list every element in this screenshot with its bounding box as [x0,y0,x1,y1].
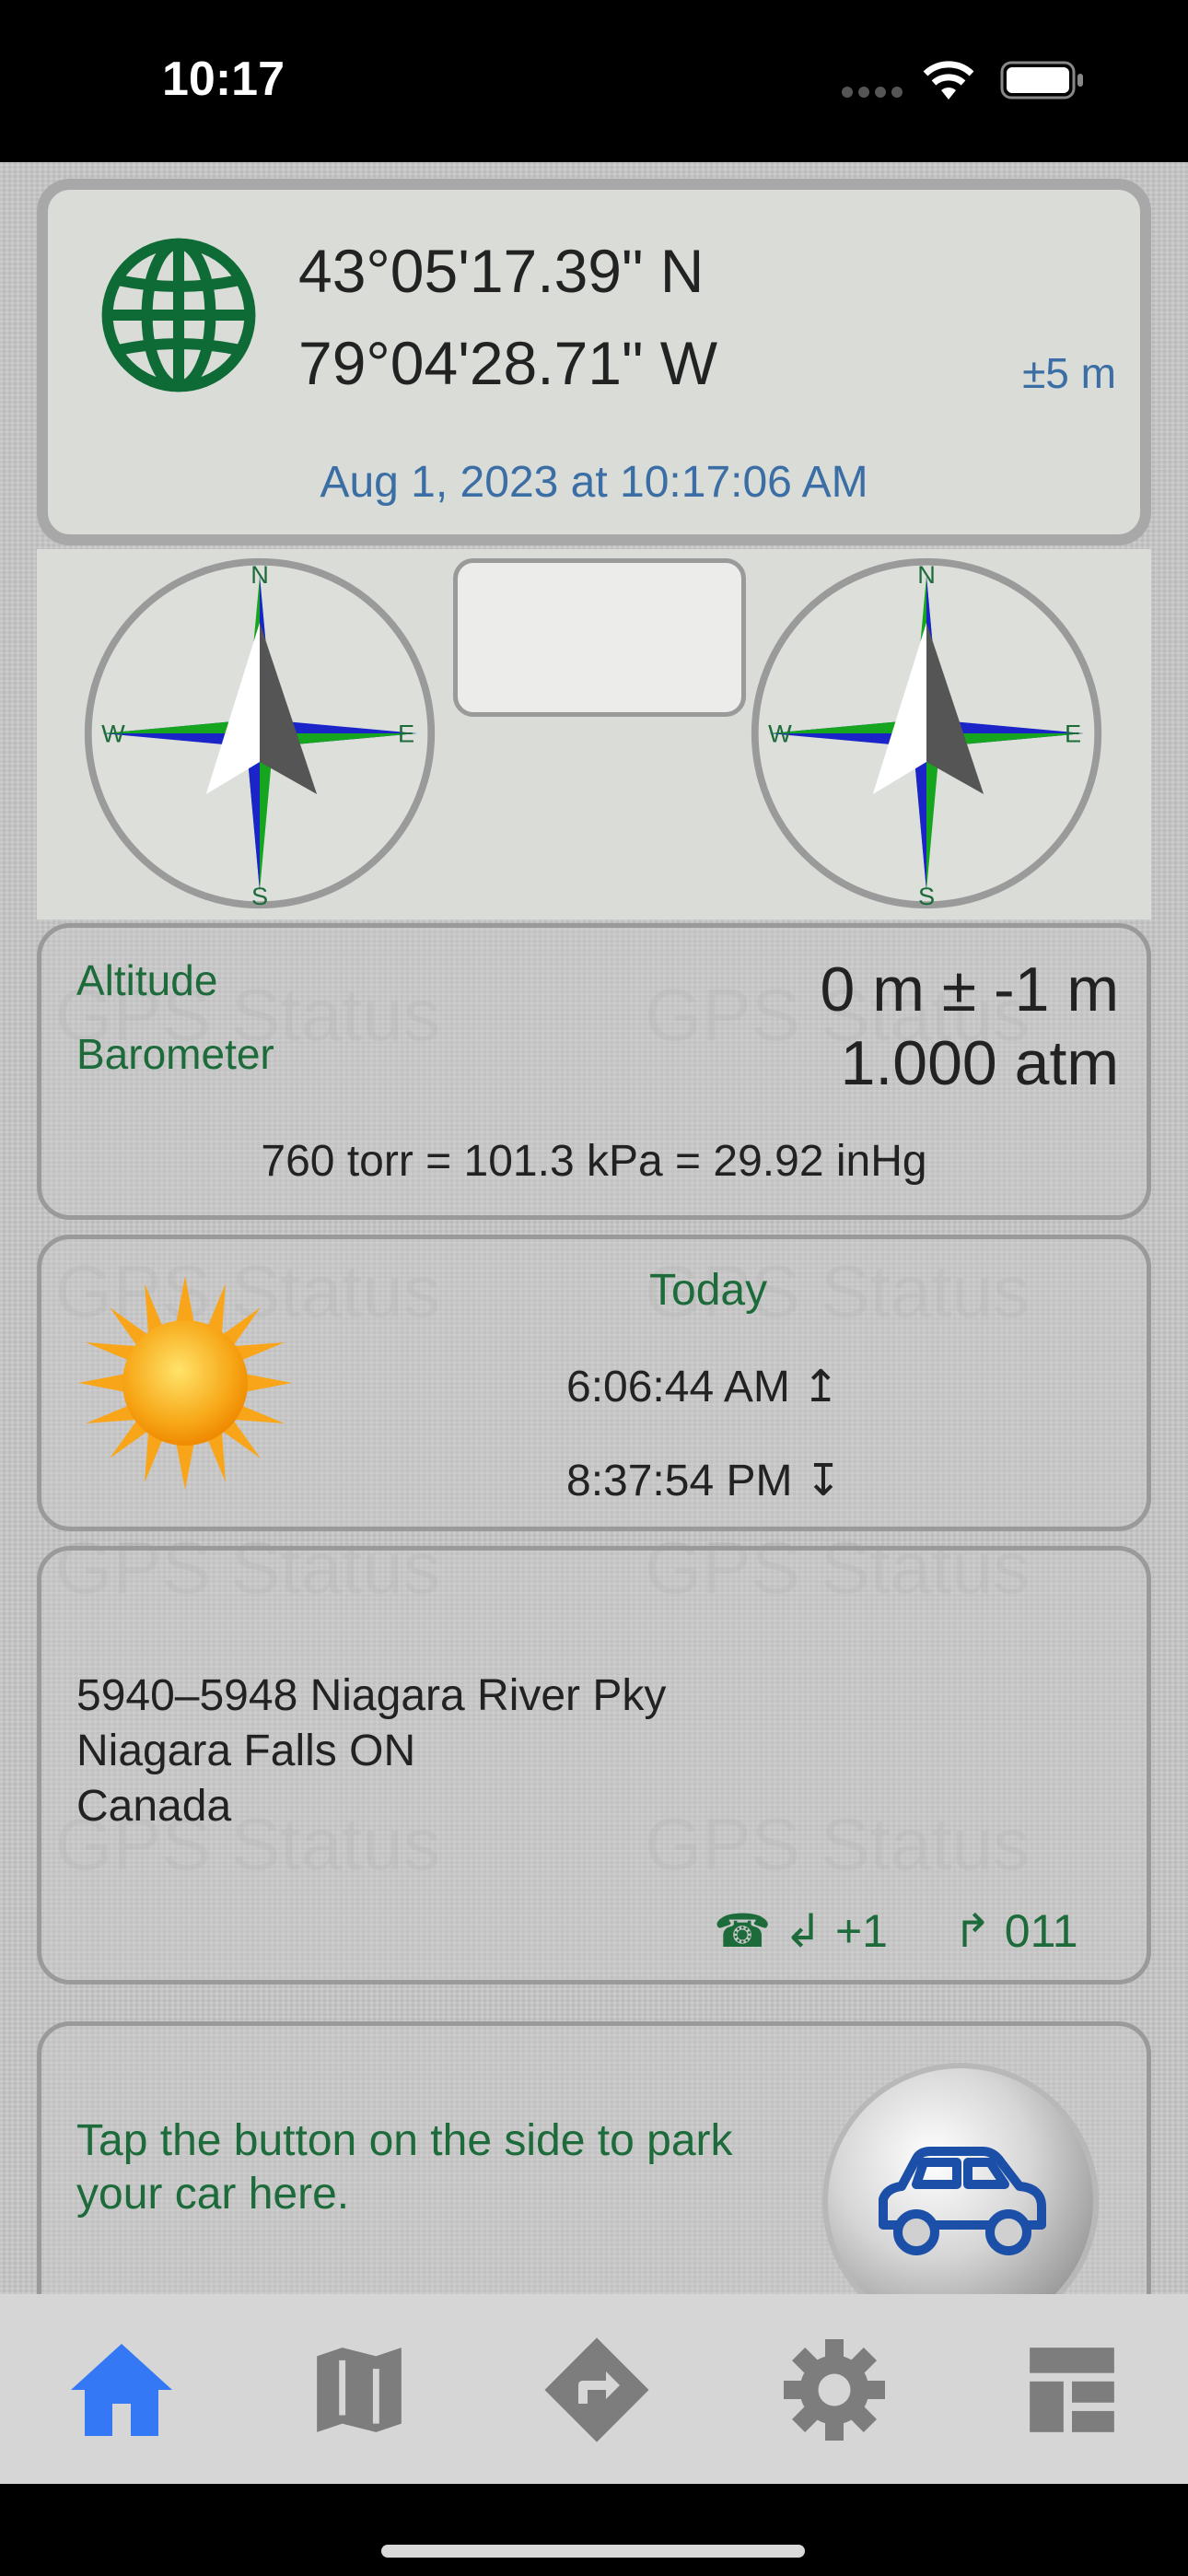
latitude-text: 43°05'17.39" N [298,237,705,305]
sun-icon [78,1276,292,1490]
tab-map[interactable] [295,2325,424,2454]
gear-icon [784,2339,885,2441]
compass-north-label: N [917,560,936,589]
parking-message: Tap the button on the side to park your … [76,2116,733,2219]
tab-bar [0,2294,1188,2484]
tab-settings[interactable] [770,2325,899,2454]
timestamp-text: Aug 1, 2023 at 10:17:06 AM [320,458,868,507]
longitude-text: 79°04'28.71" W [298,329,718,397]
dial-out-code: ↱ 011 [953,1905,1078,1957]
home-indicator[interactable] [381,2545,805,2558]
compass-north-label: N [250,560,269,589]
globe-icon [101,238,256,392]
pressure-conversions: 760 torr = 101.3 kPa = 29.92 inHg [261,1137,927,1186]
map-icon [317,2348,402,2432]
sunset-time: 8:37:54 PM ↧ [566,1457,843,1505]
wifi-icon [923,61,974,100]
compass-west-label: W [768,720,792,748]
compass-south-label: S [251,882,268,910]
content-scroll-area[interactable]: GPS Status GPS Status GPS Status GPS Sta… [0,162,1188,2294]
compass-east-label: E [1065,720,1081,748]
location-card[interactable]: 43°05'17.39" N 79°04'28.71" W ±5 m Aug 1… [37,179,1151,545]
tab-directions[interactable] [532,2325,661,2454]
parking-card[interactable]: Tap the button on the side to park your … [37,2021,1151,2294]
barometer-value: 1.000 atm [840,1028,1119,1098]
status-bar: 10:17 [0,0,1188,162]
altitude-label: Altitude [76,956,218,1004]
heading-display-box[interactable] [453,558,746,717]
sun-times-card[interactable]: Today 6:06:44 AM ↥ 8:37:54 PM ↧ [37,1235,1151,1531]
cellular-signal-icon [842,87,903,98]
address-line-1: 5940–5948 Niagara River Pky [76,1671,667,1720]
tab-home[interactable] [57,2325,186,2454]
park-car-button[interactable] [822,2063,1099,2294]
compass-true[interactable]: N S E W [748,555,1105,912]
compass-west-label: W [101,720,125,748]
address-line-3: Canada [76,1782,232,1831]
compass-magnetic[interactable]: N S E W [81,555,438,912]
tab-dashboard[interactable] [1007,2325,1136,2454]
battery-icon [1000,61,1083,100]
barometer-label: Barometer [76,1030,274,1078]
dial-in-code: ☎ ↲ +1 [714,1905,888,1957]
car-icon [879,2147,1046,2255]
compass-panel: N S E W N S E W [37,549,1151,919]
compass-east-label: E [398,720,414,748]
address-line-2: Niagara Falls ON [76,1727,416,1775]
altitude-value: 0 m ± -1 m [820,954,1119,1025]
home-indicator-area [0,2484,1188,2576]
sun-day-label: Today [649,1266,768,1315]
dashboard-icon [1030,2348,1114,2432]
directions-icon [544,2337,649,2442]
altitude-card[interactable]: Altitude Barometer 0 m ± -1 m 1.000 atm … [37,923,1151,1220]
sunrise-time: 6:06:44 AM ↥ [566,1363,840,1411]
accuracy-text: ±5 m [1022,349,1116,397]
address-card[interactable]: 5940–5948 Niagara River Pky Niagara Fall… [37,1546,1151,1985]
compass-south-label: S [918,882,935,910]
status-time: 10:17 [162,53,285,106]
home-icon [71,2344,172,2436]
